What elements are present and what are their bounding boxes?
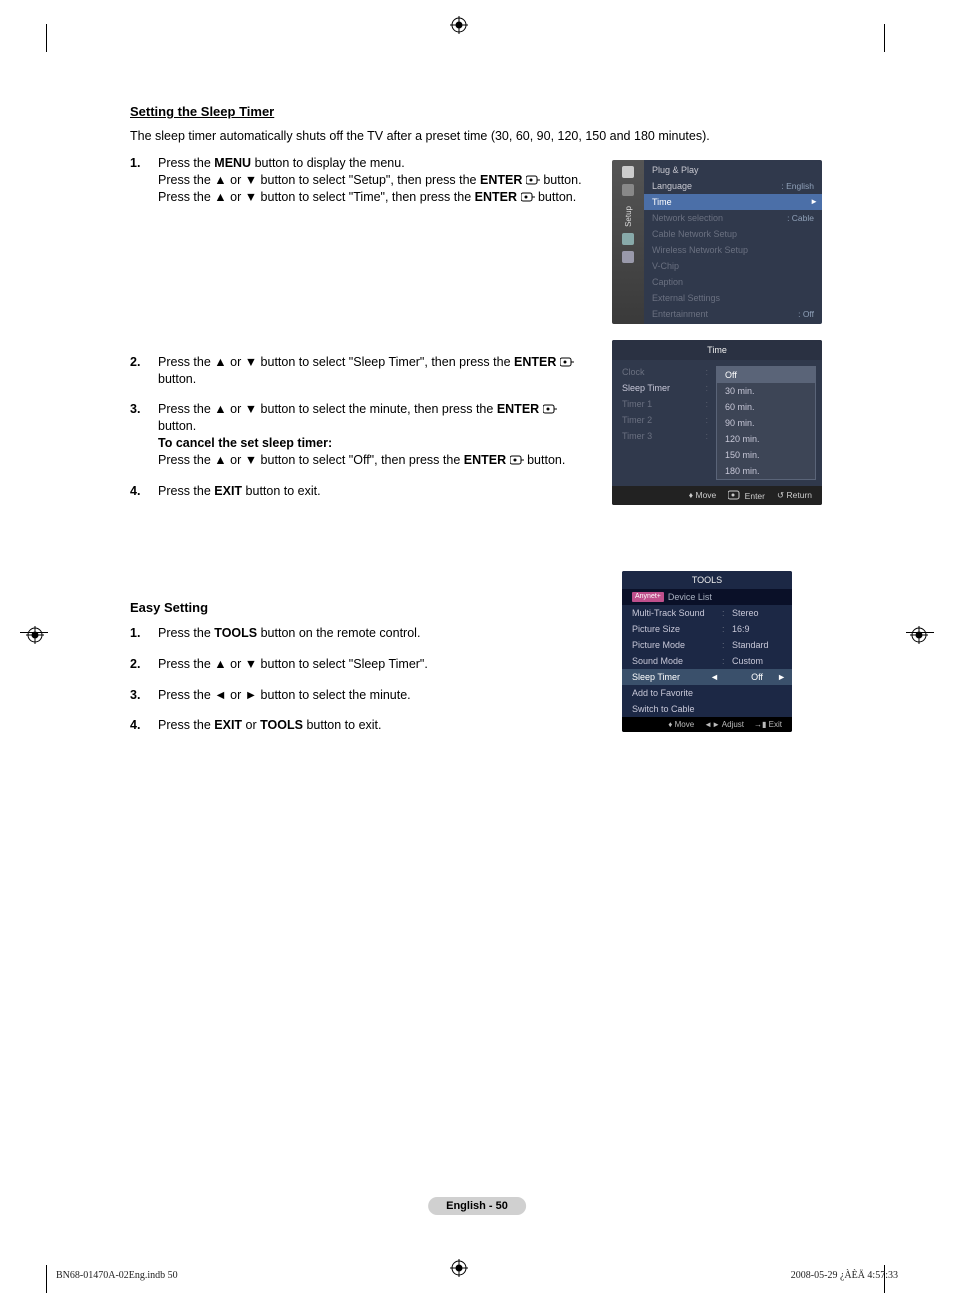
time-item-timer1[interactable]: Timer 1 [612,396,710,412]
step-body: Press the ▲ or ▼ button to select the mi… [158,401,598,469]
enter-icon [560,355,574,365]
enter-icon [728,490,742,500]
step-number: 4. [130,717,158,734]
enter-icon [526,173,540,183]
menu-item-wireless-network: Wireless Network Setup [644,242,822,258]
step-4: 4. Press the EXIT button to exit. [130,483,598,500]
time-item-sleep-timer[interactable]: Sleep Timer [612,380,710,396]
menu-item-external-settings: External Settings [644,290,822,306]
step-body: Press the EXIT button to exit. [158,483,598,500]
osd-setup-menu: Setup Plug & Play Language: English Time… [612,160,822,324]
step-body: Press the ▲ or ▼ button to select "Sleep… [158,354,598,388]
osd-footer-hints: ♦ Move Enter ↺ Return [612,486,822,505]
menu-item-caption: Caption [644,274,822,290]
step-3: 3. Press the ▲ or ▼ button to select the… [130,401,598,469]
step-number: 2. [130,354,158,388]
enter-icon [543,402,557,412]
input-icon [622,233,634,245]
step-number: 1. [130,155,158,206]
section-title-sleep-timer: Setting the Sleep Timer [130,104,822,119]
dropdown-option-180[interactable]: 180 min. [717,463,815,479]
crop-mark [884,24,885,52]
tools-item-add-favorite[interactable]: Add to Favorite [622,685,792,701]
registration-mark-icon [450,16,468,34]
cancel-title: To cancel the set sleep timer: [158,436,332,450]
hint-exit: →▮ Exit [754,720,782,729]
menu-item-time-selected[interactable]: Time [644,194,822,210]
tools-item-picture-mode[interactable]: Picture Mode:Standard [622,637,792,653]
osd-tools-menu: TOOLS Anynet+Device List Multi-Track Sou… [622,571,792,732]
step-number: 1. [130,625,158,642]
sleep-timer-dropdown[interactable]: Off 30 min. 60 min. 90 min. 120 min. 150… [716,366,816,480]
menu-item-language[interactable]: Language: English [644,178,822,194]
step-number: 2. [130,656,158,673]
step-2: 2. Press the ▲ or ▼ button to select "Sl… [130,354,598,388]
step-1: 1. Press the MENU button to display the … [130,155,598,206]
dropdown-option-30[interactable]: 30 min. [717,383,815,399]
print-timestamp: 2008-05-29 ¿ÀÈÄ 4:57:33 [791,1270,898,1281]
anynet-tag: Anynet+ [632,592,664,602]
application-icon [622,251,634,263]
menu-item-network-selection: Network selection: Cable [644,210,822,226]
picture-icon [622,166,634,178]
dropdown-option-90[interactable]: 90 min. [717,415,815,431]
registration-mark-icon [910,626,928,644]
hint-move: ♦ Move [689,490,717,501]
crop-mark [46,1265,47,1293]
indb-filename: BN68-01470A-02Eng.indb 50 [56,1270,178,1281]
section-intro: The sleep timer automatically shuts off … [130,129,822,143]
dropdown-option-150[interactable]: 150 min. [717,447,815,463]
menu-item-vchip: V-Chip [644,258,822,274]
tools-item-sleep-timer-selected[interactable]: Sleep Timer ◄ Off ► [622,669,792,685]
tools-item-picture-size[interactable]: Picture Size:16:9 [622,621,792,637]
dropdown-option-120[interactable]: 120 min. [717,431,815,447]
osd-time-title: Time [612,340,822,360]
registration-mark-icon [26,626,44,644]
menu-item-cable-network: Cable Network Setup [644,226,822,242]
dropdown-option-off[interactable]: Off [717,367,815,383]
step-number: 3. [130,687,158,704]
menu-item-plug-play[interactable]: Plug & Play [644,162,822,178]
crop-mark [46,24,47,52]
osd-tools-footer: ♦ Move ◄► Adjust →▮ Exit [622,717,792,732]
time-item-clock[interactable]: Clock [612,364,710,380]
page-number-pill: English - 50 [428,1197,526,1215]
enter-icon [510,453,524,463]
dropdown-option-60[interactable]: 60 min. [717,399,815,415]
osd-sidebar: Setup [612,160,644,324]
hint-return: ↺ Return [777,490,812,501]
tools-item-sound-mode[interactable]: Sound Mode:Custom [622,653,792,669]
osd-tools-title: TOOLS [622,571,792,589]
hint-move: ♦ Move [668,720,694,729]
time-item-timer3[interactable]: Timer 3 [612,428,710,444]
osd-sidebar-label: Setup [624,206,633,227]
content-area: Setting the Sleep Timer The sleep timer … [130,104,822,748]
hint-enter: Enter [728,490,765,501]
tools-item-switch-cable[interactable]: Switch to Cable [622,701,792,717]
time-item-timer2[interactable]: Timer 2 [612,412,710,428]
step-body: Press the MENU button to display the men… [158,155,598,206]
menu-item-entertainment: Entertainment: Off [644,306,822,322]
osd-time-menu: Time Clock Sleep Timer Timer 1 Timer 2 T… [612,340,822,505]
hint-adjust: ◄► Adjust [704,720,744,729]
tools-item-device-list[interactable]: Anynet+Device List [622,589,792,605]
page: Setting the Sleep Timer The sleep timer … [0,0,954,1315]
print-metadata: BN68-01470A-02Eng.indb 50 2008-05-29 ¿ÀÈ… [56,1270,898,1281]
step-number: 4. [130,483,158,500]
arrow-right-icon[interactable]: ► [777,672,786,682]
tools-item-mts[interactable]: Multi-Track Sound:Stereo [622,605,792,621]
arrow-left-icon[interactable]: ◄ [710,672,719,682]
enter-icon [521,190,535,200]
step-number: 3. [130,401,158,469]
gear-icon [622,184,634,196]
